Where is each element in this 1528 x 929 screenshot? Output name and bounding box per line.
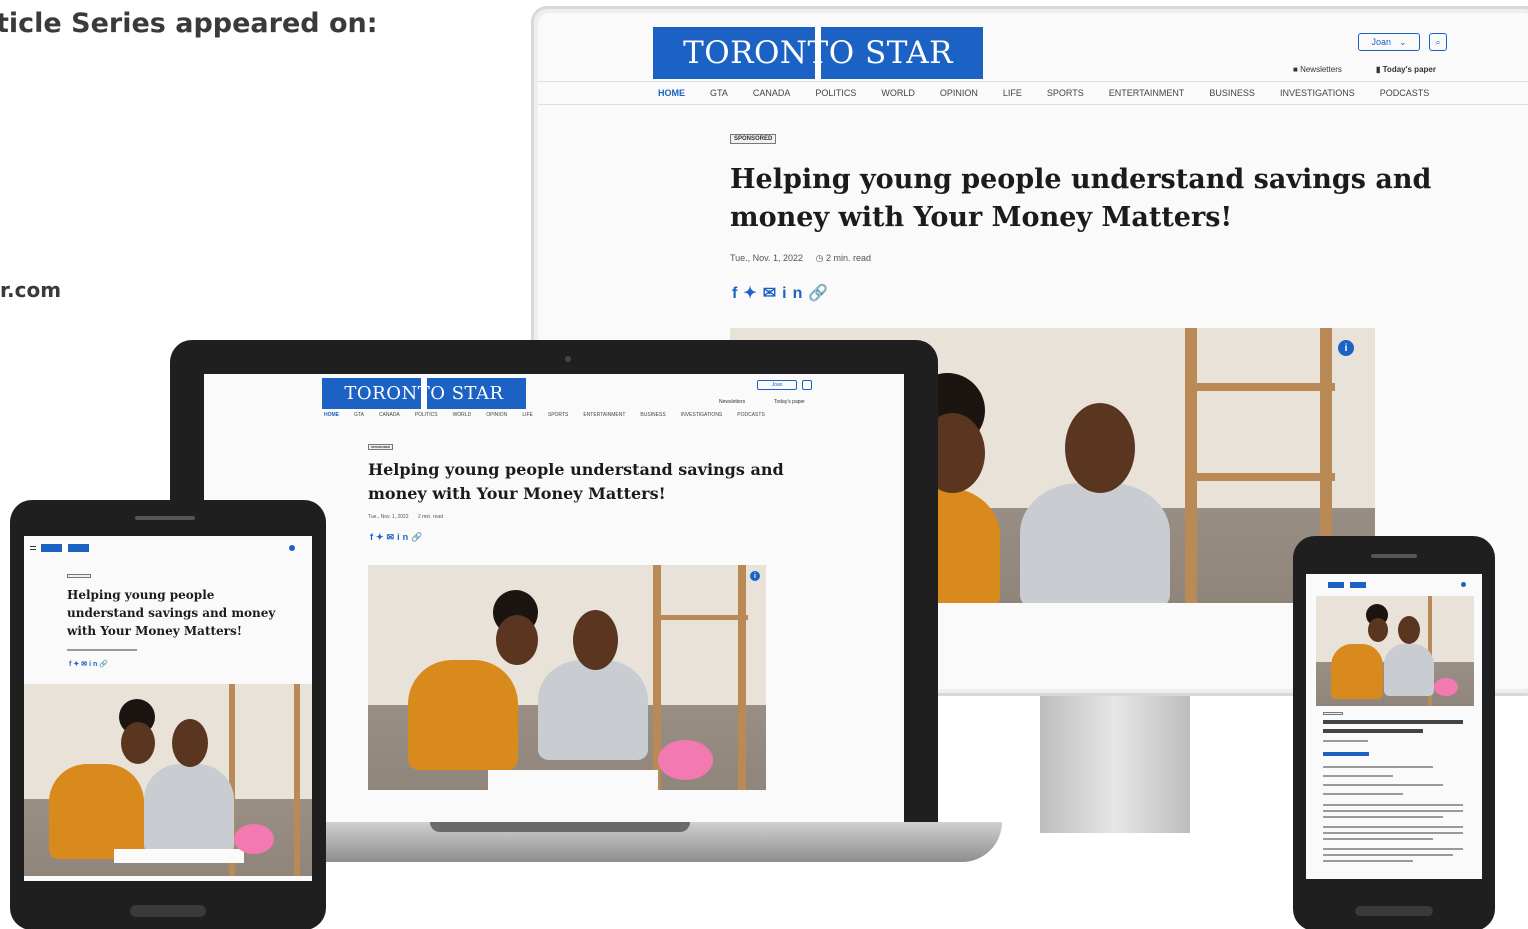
user-icon[interactable] [1461, 582, 1466, 587]
nav-home[interactable]: HOME [658, 88, 685, 98]
nav-politics[interactable]: POLITICS [415, 412, 438, 418]
info-icon[interactable]: i [750, 571, 760, 581]
nav-world[interactable]: WORLD [453, 412, 472, 418]
speaker-grille [135, 516, 195, 520]
twitter-icon[interactable]: ✦ [743, 285, 762, 302]
share-bar: f✦✉in🔗 [69, 660, 110, 668]
todays-paper-link[interactable]: Today's paper [774, 399, 805, 405]
series-heading: ticle Series appeared on: [0, 8, 378, 39]
chevron-down-icon: ⌄ [1398, 36, 1407, 47]
home-button [130, 905, 206, 917]
device-mockup-composite: ticle Series appeared on: r.com TORONTO … [0, 0, 1528, 929]
nav-entertainment[interactable]: ENTERTAINMENT [583, 412, 625, 418]
nav-opinion[interactable]: OPINION [940, 88, 978, 98]
read-time: 2 min. read [825, 253, 871, 263]
clock-icon: ◷ [815, 253, 824, 263]
user-name: Joan [1371, 37, 1391, 47]
smartphone [1293, 536, 1495, 929]
email-icon[interactable]: ✉ [387, 532, 398, 542]
article-meta [1323, 740, 1368, 742]
newsletters-link[interactable]: Newsletters [719, 399, 745, 405]
linkedin-icon[interactable]: in [782, 285, 808, 302]
nav-home[interactable]: HOME [324, 412, 339, 418]
article-meta: Tue., Nov. 1, 2022 ◷ 2 min. read [730, 253, 871, 264]
camera-icon [565, 356, 571, 362]
toronto-star-logo[interactable]: TORONTO STAR [653, 27, 983, 79]
article-hero-image [24, 684, 312, 876]
nav-entertainment[interactable]: ENTERTAINMENT [1109, 88, 1185, 98]
sponsored-badge: SPONSORED [368, 444, 394, 450]
user-menu[interactable]: Joan [757, 380, 797, 390]
main-nav: HOME GTA CANADA POLITICS WORLD OPINION L… [658, 88, 1429, 98]
home-button [1355, 906, 1433, 916]
sponsored-badge: SPONSORED [730, 134, 777, 144]
user-icon[interactable] [289, 545, 295, 551]
nav-investigations[interactable]: INVESTIGATIONS [1280, 88, 1355, 98]
publish-date: Tue., Nov. 1, 2022 [730, 253, 804, 263]
nav-life[interactable]: LIFE [522, 412, 533, 418]
share-bar: f✦✉in🔗 [732, 283, 834, 303]
sponsored-badge [1323, 712, 1343, 715]
article-body [1323, 766, 1433, 768]
monitor-stand [1040, 693, 1190, 833]
toronto-star-logo[interactable]: TORONTO STAR [322, 378, 526, 409]
linkedin-icon[interactable]: in [397, 532, 411, 542]
nav-business[interactable]: BUSINESS [1209, 88, 1255, 98]
twitter-icon[interactable]: ✦ [376, 532, 387, 542]
mail-icon: ■ [1293, 65, 1298, 74]
nav-podcasts[interactable]: PODCASTS [1380, 88, 1430, 98]
article-headline: Helping young people understand savings … [67, 588, 276, 638]
sponsored-badge [67, 574, 91, 578]
article-hero-image: i [368, 565, 766, 790]
email-icon[interactable]: ✉ [763, 285, 782, 302]
laptop-notch [430, 822, 690, 832]
facebook-icon[interactable]: f [732, 285, 743, 302]
user-menu[interactable]: Joan ⌄ [1358, 33, 1420, 51]
paper-icon: ▮ [1376, 65, 1381, 74]
nav-gta[interactable]: GTA [354, 412, 364, 418]
article-headline [1323, 720, 1463, 724]
share-bar [1323, 752, 1369, 756]
nav-gta[interactable]: GTA [710, 88, 728, 98]
article-headline: Helping young people understand savings … [368, 460, 784, 503]
header-divider [538, 81, 1528, 82]
nav-investigations[interactable]: INVESTIGATIONS [681, 412, 723, 418]
link-icon[interactable]: 🔗 [99, 661, 110, 668]
site-link-text: r.com [0, 278, 62, 302]
tablet-screen: Helping young people understand savings … [24, 536, 312, 881]
toronto-star-logo[interactable] [41, 544, 89, 552]
nav-opinion[interactable]: OPINION [486, 412, 507, 418]
nav-canada[interactable]: CANADA [379, 412, 400, 418]
nav-divider [538, 104, 1528, 105]
nav-podcasts[interactable]: PODCASTS [737, 412, 765, 418]
link-icon[interactable]: 🔗 [808, 285, 834, 302]
nav-canada[interactable]: CANADA [753, 88, 791, 98]
info-icon[interactable]: i [1338, 340, 1354, 356]
linkedin-icon[interactable]: in [89, 661, 99, 668]
share-bar: f✦✉in🔗 [370, 532, 425, 543]
email-icon[interactable]: ✉ [81, 661, 89, 668]
nav-politics[interactable]: POLITICS [815, 88, 856, 98]
tablet: Helping young people understand savings … [10, 500, 326, 929]
search-button[interactable]: ⌕ [1429, 33, 1447, 51]
todays-paper-link[interactable]: ▮ Today's paper [1376, 65, 1436, 74]
phone-screen [1306, 574, 1482, 879]
toronto-star-logo[interactable] [1328, 582, 1366, 588]
article-meta [67, 649, 137, 651]
link-icon[interactable]: 🔗 [411, 532, 425, 542]
nav-business[interactable]: BUSINESS [640, 412, 665, 418]
main-nav: HOME GTA CANADA POLITICS WORLD OPINION L… [324, 412, 765, 418]
nav-sports[interactable]: SPORTS [1047, 88, 1084, 98]
search-icon[interactable] [802, 380, 812, 390]
nav-life[interactable]: LIFE [1003, 88, 1022, 98]
nav-sports[interactable]: SPORTS [548, 412, 568, 418]
article-hero-image [1316, 596, 1474, 706]
article-meta: Tue., Nov. 1, 2022 2 min. read [368, 514, 443, 520]
newsletters-link[interactable]: ■ Newsletters [1293, 65, 1342, 74]
article-headline: Helping young people understand savings … [730, 164, 1432, 233]
speaker-grille [1371, 554, 1417, 558]
menu-icon[interactable] [30, 546, 36, 550]
nav-world[interactable]: WORLD [881, 88, 915, 98]
search-icon: ⌕ [1435, 36, 1441, 47]
